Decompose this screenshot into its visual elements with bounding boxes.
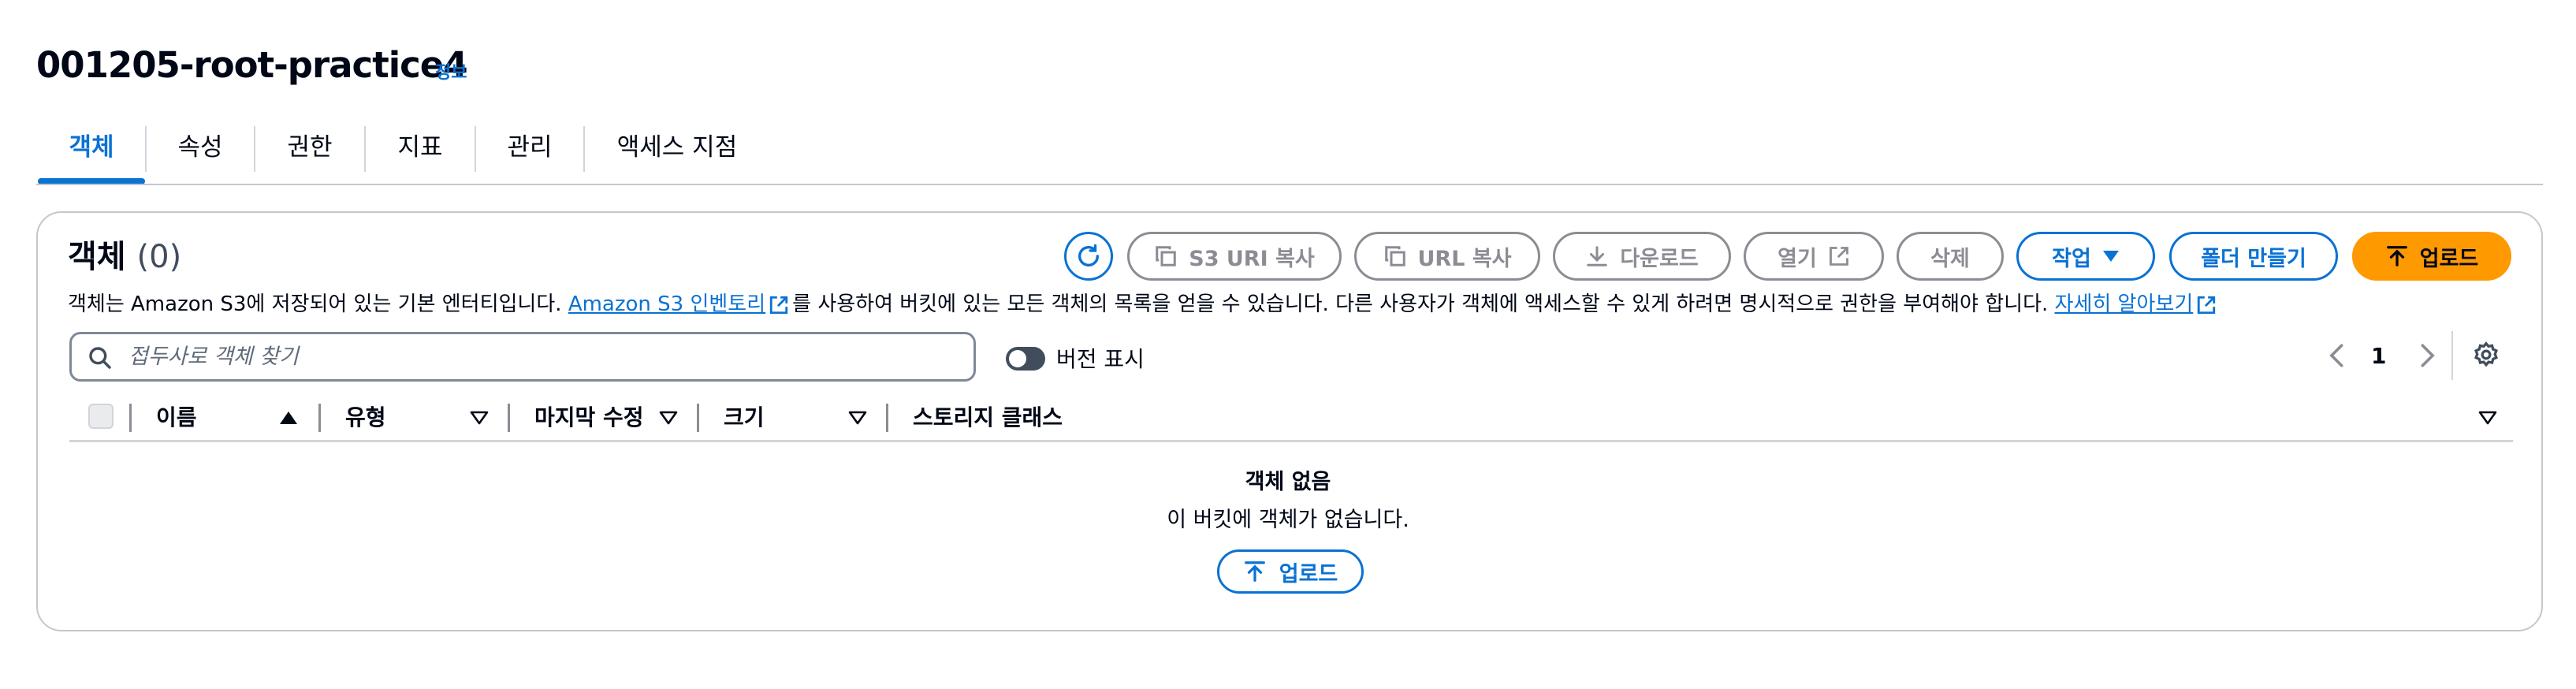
empty-state-title: 객체 없음	[1245, 470, 1331, 494]
column-divider	[129, 404, 132, 432]
object-count: (0)	[136, 239, 182, 275]
empty-state-upload-label: 업로드	[1279, 561, 1338, 587]
panel-heading: 객체 (0)	[68, 235, 181, 279]
download-icon	[1587, 246, 1608, 266]
copy-s3-uri-button[interactable]: S3 URI 복사	[1127, 232, 1342, 281]
search-box	[69, 332, 976, 382]
open-label: 열기	[1778, 246, 1817, 271]
external-link-icon	[2198, 296, 2216, 314]
upload-button[interactable]: 업로드	[2352, 232, 2511, 281]
current-page-number[interactable]: 1	[2371, 341, 2386, 372]
copy-url-button[interactable]: URL 복사	[1354, 232, 1540, 281]
download-label: 다운로드	[1620, 246, 1699, 271]
tab-permissions[interactable]: 권한	[255, 129, 364, 177]
external-link-icon	[1829, 247, 1848, 266]
open-button[interactable]: 열기	[1744, 232, 1884, 281]
gear-icon[interactable]	[2472, 341, 2500, 369]
actions-dropdown-button[interactable]: 작업	[2016, 232, 2155, 281]
tab-divider	[583, 126, 585, 172]
sort-ascending-icon[interactable]	[279, 411, 298, 425]
create-folder-button[interactable]: 폴더 만들기	[2169, 232, 2338, 281]
upload-icon	[1244, 561, 1265, 582]
delete-label: 삭제	[1930, 246, 1970, 271]
description-text: 객체는 Amazon S3에 저장되어 있는 기본 엔터티입니다.	[68, 292, 568, 316]
tab-objects[interactable]: 객체	[38, 129, 145, 177]
sort-icon[interactable]	[470, 411, 489, 425]
show-versions-label: 버전 표시	[1056, 346, 1145, 372]
sort-icon[interactable]	[2478, 411, 2497, 425]
show-versions-toggle[interactable]	[1006, 347, 1045, 371]
tab-access-points[interactable]: 액세스 지점	[586, 129, 768, 177]
refresh-icon	[1078, 244, 1100, 266]
tab-management[interactable]: 관리	[476, 129, 583, 177]
column-header-storage-class[interactable]: 스토리지 클래스	[913, 400, 1063, 435]
inventory-link[interactable]: Amazon S3 인벤토리	[568, 292, 765, 316]
tabs-divider	[36, 184, 2543, 185]
pagination-divider	[2451, 331, 2453, 380]
upload-label: 업로드	[2419, 246, 2479, 271]
column-header-type[interactable]: 유형	[345, 400, 386, 435]
sort-icon[interactable]	[659, 411, 678, 425]
panel-heading-text: 객체	[68, 239, 126, 275]
download-button[interactable]: 다운로드	[1553, 232, 1731, 281]
description-text: 를 사용하여 버킷에 있는 모든 객체의 목록을 얻을 수 있습니다. 다른 사…	[792, 292, 2055, 316]
page-title: 001205-root-practice4	[36, 44, 468, 86]
sort-icon[interactable]	[848, 411, 867, 425]
select-all-checkbox[interactable]	[88, 404, 114, 429]
refresh-button[interactable]	[1064, 232, 1113, 281]
search-icon	[89, 347, 111, 369]
empty-state-upload-button[interactable]: 업로드	[1217, 549, 1364, 594]
search-input[interactable]	[128, 334, 956, 379]
copy-icon	[1156, 246, 1176, 266]
tab-metrics[interactable]: 지표	[366, 129, 475, 177]
previous-page-icon[interactable]	[2325, 342, 2349, 369]
caret-down-icon	[2102, 251, 2119, 262]
actions-label: 작업	[2052, 246, 2091, 271]
panel-description: 객체는 Amazon S3에 저장되어 있는 기본 엔터티입니다. Amazon…	[68, 289, 2220, 320]
next-page-icon[interactable]	[2415, 342, 2439, 369]
table-header-divider	[69, 440, 2513, 442]
column-divider	[318, 404, 321, 432]
column-header-size[interactable]: 크기	[724, 400, 765, 435]
copy-s3-uri-label: S3 URI 복사	[1189, 246, 1315, 271]
create-folder-label: 폴더 만들기	[2201, 246, 2306, 271]
external-link-icon	[769, 296, 788, 314]
empty-state-description: 이 버킷에 객체가 없습니다.	[1167, 508, 1409, 532]
column-header-name[interactable]: 이름	[156, 400, 197, 435]
info-link[interactable]: 정보	[435, 58, 467, 84]
upload-icon	[2386, 246, 2407, 266]
column-divider	[508, 404, 510, 432]
column-header-last-modified[interactable]: 마지막 수정	[534, 400, 644, 435]
column-divider	[886, 404, 888, 432]
copy-icon	[1384, 246, 1405, 266]
tab-properties[interactable]: 속성	[147, 129, 254, 177]
column-divider	[697, 404, 699, 432]
delete-button[interactable]: 삭제	[1897, 232, 2004, 281]
copy-url-label: URL 복사	[1417, 246, 1512, 271]
learn-more-link[interactable]: 자세히 알아보기	[2055, 292, 2194, 316]
